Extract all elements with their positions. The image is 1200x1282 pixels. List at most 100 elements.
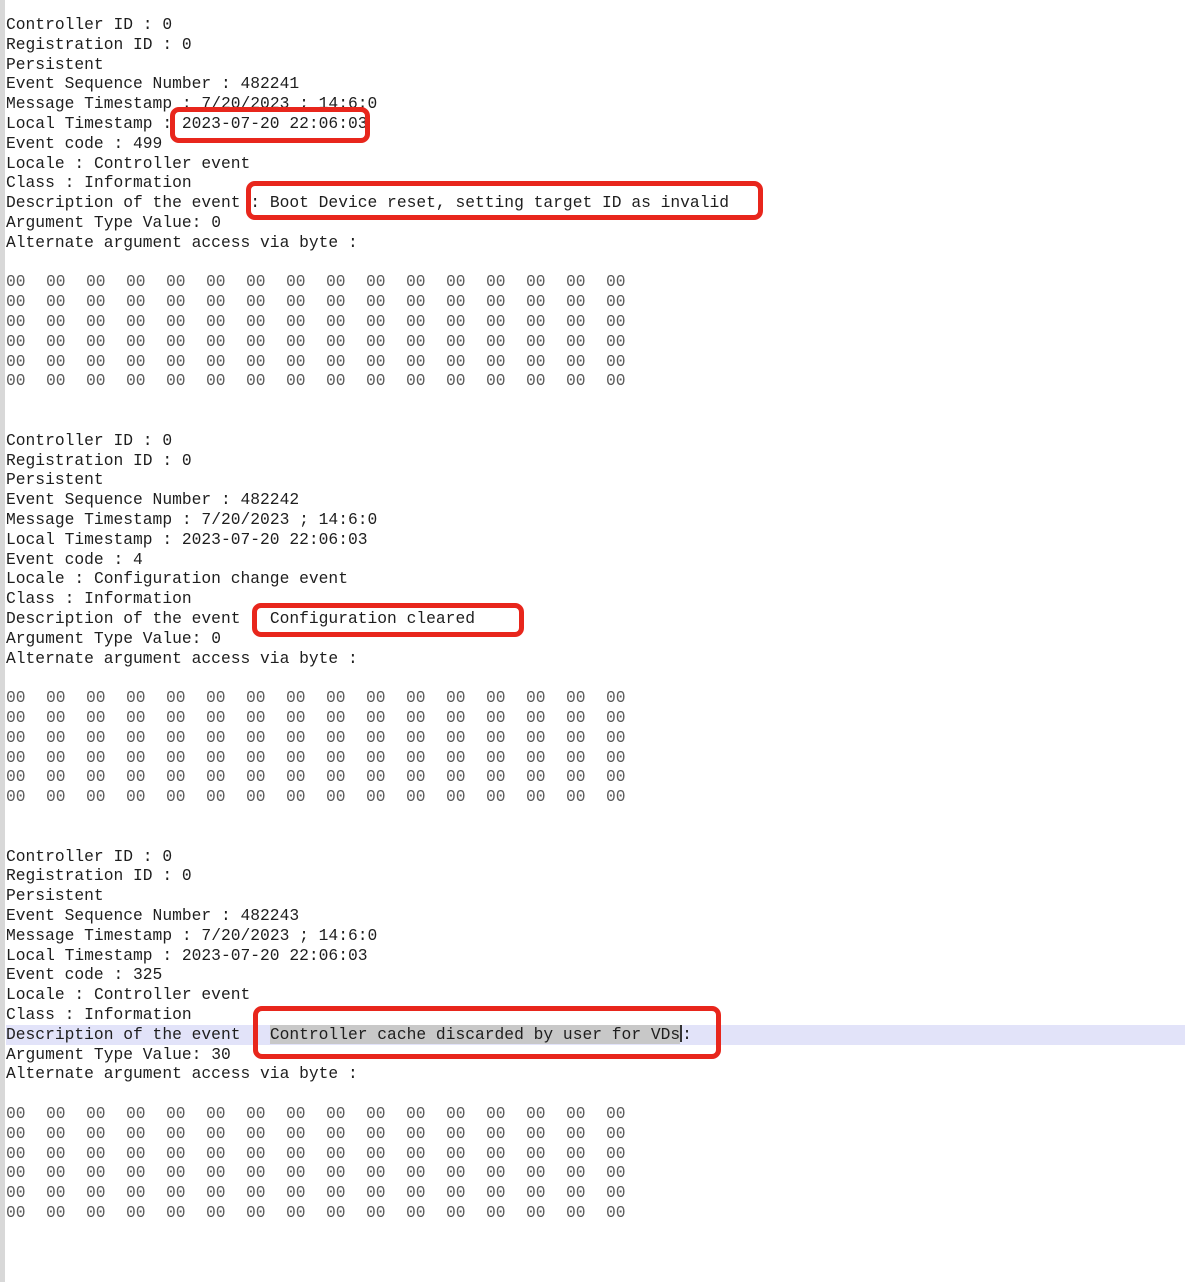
field-value: 0	[182, 35, 192, 54]
hex-byte: 00	[6, 688, 46, 708]
hex-byte: 00	[486, 1183, 526, 1203]
hex-byte: 00	[206, 748, 246, 768]
hex-byte: 00	[86, 728, 126, 748]
hex-byte: 00	[326, 1144, 366, 1164]
text-editor-surface[interactable]: Controller ID : 0Registration ID : 0Pers…	[0, 0, 1200, 1282]
hex-byte: 00	[566, 1183, 606, 1203]
field-value: 482242	[241, 490, 300, 509]
hex-byte: 00	[166, 332, 206, 352]
hex-byte: 00	[606, 352, 646, 372]
hex-byte: 00	[86, 352, 126, 372]
hex-byte: 00	[286, 332, 326, 352]
hex-byte: 00	[366, 371, 406, 391]
hex-byte: 00	[606, 748, 646, 768]
field-label: Registration ID :	[6, 35, 182, 54]
hex-byte: 00	[526, 312, 566, 332]
hex-byte: 00	[286, 1144, 326, 1164]
field-value: 7/20/2023 ; 14:6:0	[201, 94, 377, 113]
hex-byte: 00	[246, 787, 286, 807]
hex-row: 00000000000000000000000000000000	[6, 272, 1185, 292]
hex-byte: 00	[366, 332, 406, 352]
field-label: Locale :	[6, 985, 94, 1004]
field-line-registration-id: Registration ID : 0	[6, 35, 1185, 55]
hex-byte: 00	[446, 1163, 486, 1183]
hex-byte: 00	[566, 1104, 606, 1124]
field-line-class: Class : Information	[6, 589, 1185, 609]
hex-byte: 00	[406, 1203, 446, 1223]
field-label: Locale :	[6, 569, 94, 588]
hex-byte: 00	[446, 767, 486, 787]
hex-row: 00000000000000000000000000000000	[6, 688, 1185, 708]
hex-byte: 00	[46, 688, 86, 708]
hex-byte: 00	[446, 352, 486, 372]
field-line-class: Class : Information	[6, 173, 1185, 193]
field-line-message-timestamp: Message Timestamp : 7/20/2023 ; 14:6:0	[6, 510, 1185, 530]
hex-byte: 00	[166, 728, 206, 748]
hex-byte: 00	[6, 1163, 46, 1183]
hex-byte: 00	[366, 728, 406, 748]
hex-byte: 00	[526, 728, 566, 748]
hex-byte: 00	[606, 312, 646, 332]
hex-byte: 00	[406, 332, 446, 352]
hex-row: 00000000000000000000000000000000	[6, 728, 1185, 748]
hex-byte: 00	[246, 292, 286, 312]
event-block: Controller ID : 0Registration ID : 0Pers…	[6, 847, 1185, 1223]
hex-byte: 00	[326, 708, 366, 728]
hex-byte: 00	[326, 1183, 366, 1203]
hex-byte: 00	[86, 1183, 126, 1203]
hex-byte: 00	[326, 332, 366, 352]
hex-byte: 00	[526, 1144, 566, 1164]
hex-byte: 00	[206, 767, 246, 787]
hex-byte: 00	[486, 371, 526, 391]
hex-byte: 00	[486, 352, 526, 372]
hex-byte: 00	[606, 787, 646, 807]
field-label: Event code :	[6, 965, 133, 984]
hex-byte: 00	[246, 332, 286, 352]
hex-byte: 00	[206, 1183, 246, 1203]
hex-byte: 00	[286, 371, 326, 391]
field-line-locale: Locale : Controller event	[6, 985, 1185, 1005]
hex-row: 00000000000000000000000000000000	[6, 371, 1185, 391]
field-value: Information	[84, 589, 191, 608]
hex-row: 00000000000000000000000000000000	[6, 1183, 1185, 1203]
hex-byte: 00	[446, 332, 486, 352]
hex-byte: 00	[286, 1104, 326, 1124]
field-line-locale: Locale : Configuration change event	[6, 569, 1185, 589]
field-line-alternate-argument: Alternate argument access via byte :	[6, 649, 1185, 669]
hex-byte: 00	[366, 1144, 406, 1164]
hex-row: 00000000000000000000000000000000	[6, 767, 1185, 787]
hex-byte: 00	[166, 748, 206, 768]
field-label: Class :	[6, 1005, 84, 1024]
hex-byte: 00	[606, 292, 646, 312]
hex-byte: 00	[606, 767, 646, 787]
hex-row: 00000000000000000000000000000000	[6, 1144, 1185, 1164]
field-label: Alternate argument access via byte :	[6, 233, 358, 252]
hex-byte: 00	[6, 272, 46, 292]
hex-byte: 00	[366, 272, 406, 292]
field-value: 7/20/2023 ; 14:6:0	[201, 510, 377, 529]
hex-byte: 00	[246, 1163, 286, 1183]
hex-byte: 00	[406, 292, 446, 312]
field-line-persistent: Persistent	[6, 55, 1185, 75]
hex-byte: 00	[486, 767, 526, 787]
field-line-alternate-argument: Alternate argument access via byte :	[6, 1064, 1185, 1084]
field-label: Argument Type Value:	[6, 1045, 211, 1064]
hex-byte: 00	[86, 1203, 126, 1223]
hex-byte: 00	[86, 312, 126, 332]
hex-byte: 00	[366, 1163, 406, 1183]
hex-byte: 00	[206, 1144, 246, 1164]
field-value: :	[682, 1025, 692, 1044]
hex-byte: 00	[446, 748, 486, 768]
hex-byte: 00	[86, 767, 126, 787]
hex-dump: 0000000000000000000000000000000000000000…	[6, 688, 1185, 807]
field-value: 482243	[241, 906, 300, 925]
field-label: Event Sequence Number :	[6, 74, 241, 93]
field-label: Event Sequence Number :	[6, 490, 241, 509]
hex-byte: 00	[126, 688, 166, 708]
hex-byte: 00	[326, 748, 366, 768]
field-line-description: Description of the event Configuration c…	[6, 609, 1185, 629]
hex-byte: 00	[366, 1104, 406, 1124]
hex-byte: 00	[166, 1144, 206, 1164]
field-label: Local Timestamp :	[6, 946, 182, 965]
field-label: Argument Type Value:	[6, 629, 211, 648]
